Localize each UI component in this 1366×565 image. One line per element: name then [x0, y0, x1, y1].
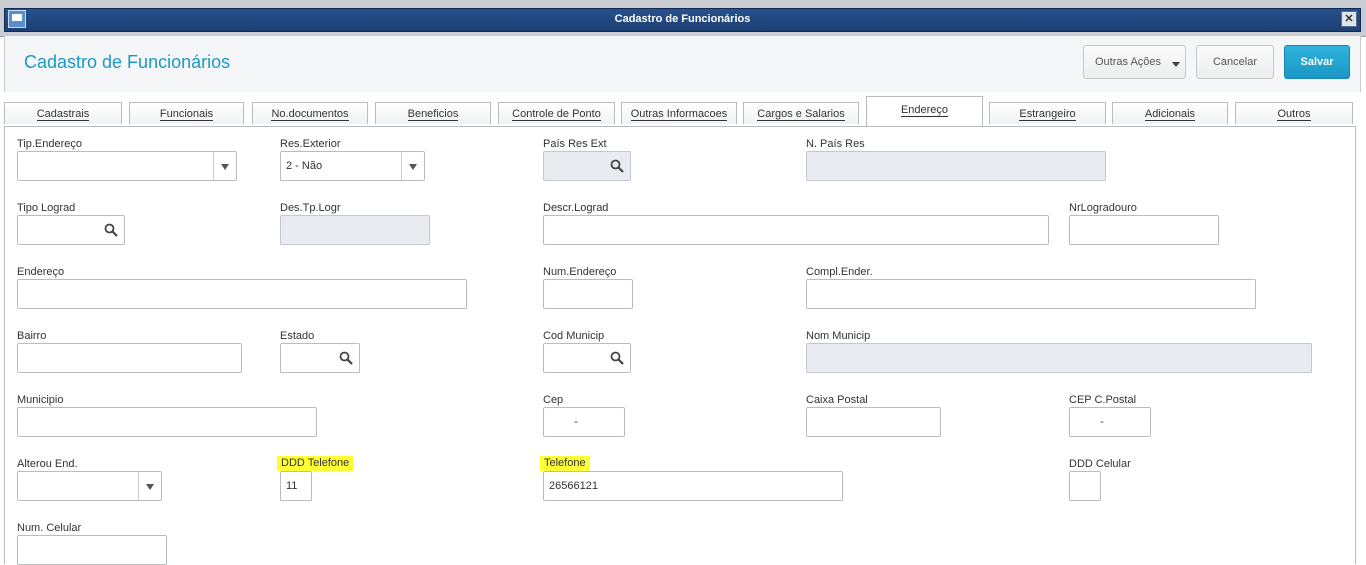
- res-exterior-select[interactable]: 2 - Não: [280, 151, 425, 181]
- des-tp-logr-field: [280, 215, 430, 245]
- res-exterior-label: Res.Exterior: [280, 138, 341, 150]
- caixa-postal-label: Caixa Postal: [806, 394, 868, 406]
- nr-logradouro-field[interactable]: [1069, 215, 1219, 245]
- search-icon[interactable]: [104, 223, 118, 237]
- tab-label: Outros: [1277, 108, 1311, 121]
- compl-ender-label: Compl.Ender.: [806, 266, 873, 278]
- tab-bar: Cadastrais Funcionais No.documentos Bene…: [4, 92, 1359, 126]
- tab-estrangeiro[interactable]: Estrangeiro: [989, 102, 1106, 124]
- telefone-field[interactable]: 26566121: [543, 471, 843, 501]
- tip-endereco-select[interactable]: [17, 151, 237, 181]
- endereco-field[interactable]: [17, 279, 467, 309]
- tab-endereco[interactable]: Endereço: [866, 96, 983, 126]
- descr-lograd-field[interactable]: [543, 215, 1049, 245]
- tipo-lograd-label: Tipo Lograd: [17, 202, 76, 214]
- num-endereco-label: Num.Endereço: [543, 266, 617, 278]
- tab-beneficios[interactable]: Beneficios: [375, 102, 491, 124]
- chevron-down-icon[interactable]: [138, 472, 161, 500]
- tab-outros[interactable]: Outros: [1235, 102, 1353, 124]
- nom-municip-field: [806, 343, 1312, 373]
- n-pais-res-field: [806, 151, 1106, 181]
- cep-c-postal-field[interactable]: -: [1069, 407, 1151, 437]
- search-icon[interactable]: [610, 351, 624, 365]
- ddd-celular-label: DDD Celular: [1069, 458, 1131, 470]
- telefone-label: Telefone: [540, 456, 590, 471]
- nr-logradouro-label: NrLogradouro: [1069, 202, 1137, 214]
- chevron-down-icon[interactable]: [401, 152, 424, 180]
- cep-c-postal-value: -: [1100, 416, 1104, 428]
- cep-field[interactable]: -: [543, 407, 625, 437]
- tab-label: Endereço: [900, 104, 949, 117]
- endereco-label: Endereço: [17, 266, 65, 278]
- save-button[interactable]: Salvar: [1284, 45, 1350, 79]
- pais-res-ext-field[interactable]: [543, 151, 631, 181]
- close-button[interactable]: ✕: [1341, 11, 1357, 27]
- num-celular-field[interactable]: [17, 535, 167, 565]
- search-icon[interactable]: [339, 351, 353, 365]
- pais-res-ext-label: País Res Ext: [543, 138, 607, 150]
- cod-municip-field[interactable]: [543, 343, 631, 373]
- window-titlebar-bar: Cadastro de Funcionários ✕: [4, 8, 1361, 32]
- tab-cargos-e-salarios[interactable]: Cargos e Salarios: [743, 102, 859, 124]
- num-celular-label: Num. Celular: [17, 522, 82, 534]
- cancel-button[interactable]: Cancelar: [1196, 45, 1274, 79]
- cep-c-postal-label: CEP C.Postal: [1069, 394, 1137, 406]
- ddd-telefone-field[interactable]: 11: [280, 471, 312, 501]
- tab-no-documentos[interactable]: No.documentos: [252, 102, 368, 124]
- tab-cadastrais[interactable]: Cadastrais: [4, 102, 122, 124]
- caixa-postal-field[interactable]: [806, 407, 941, 437]
- endereco-form: Tip.Endereço Res.Exterior 2 - Não País R…: [4, 126, 1356, 565]
- window-title: Cadastro de Funcionários: [614, 13, 751, 25]
- tab-funcionais[interactable]: Funcionais: [129, 102, 244, 124]
- outras-acoes-button[interactable]: Outras Ações: [1083, 45, 1186, 79]
- tab-label: Funcionais: [159, 108, 214, 121]
- estado-label: Estado: [280, 330, 315, 342]
- tab-label: No.documentos: [271, 108, 349, 121]
- tab-controle-de-ponto[interactable]: Controle de Ponto: [498, 102, 615, 124]
- tab-label: Adicionais: [1144, 108, 1196, 121]
- tip-endereco-label: Tip.Endereço: [17, 138, 83, 150]
- alterou-end-select[interactable]: [17, 471, 162, 501]
- tipo-lograd-field[interactable]: [17, 215, 125, 245]
- cep-label: Cep: [543, 394, 564, 406]
- tab-label: Outras Informacoes: [630, 108, 728, 121]
- outras-acoes-label: Outras Ações: [1095, 56, 1162, 68]
- tab-label: Controle de Ponto: [512, 108, 601, 121]
- page-header: Cadastro de Funcionários Outras Ações Ca…: [4, 36, 1361, 92]
- estado-field[interactable]: [280, 343, 360, 373]
- descr-lograd-label: Descr.Lograd: [543, 202, 609, 214]
- cep-value: -: [574, 416, 578, 428]
- municipio-field[interactable]: [17, 407, 317, 437]
- chevron-down-icon: [1172, 62, 1180, 67]
- nom-municip-label: Nom Municip: [806, 330, 871, 342]
- bairro-field[interactable]: [17, 343, 242, 373]
- cod-municip-label: Cod Municip: [543, 330, 605, 342]
- tab-adicionais[interactable]: Adicionais: [1112, 102, 1228, 124]
- municipio-label: Municipio: [17, 394, 64, 406]
- compl-ender-field[interactable]: [806, 279, 1256, 309]
- bairro-label: Bairro: [17, 330, 47, 342]
- close-icon: ✕: [1344, 13, 1354, 25]
- n-pais-res-label: N. País Res: [806, 138, 865, 150]
- ddd-telefone-label: DDD Telefone: [277, 456, 354, 471]
- chevron-down-icon[interactable]: [213, 152, 236, 180]
- window-titlebar: Cadastro de Funcionários ✕: [0, 0, 1366, 37]
- tab-label: Estrangeiro: [1019, 108, 1076, 121]
- tab-label: Cadastrais: [36, 108, 90, 121]
- des-tp-logr-label: Des.Tp.Logr: [280, 202, 341, 214]
- alterou-end-label: Alterou End.: [17, 458, 78, 470]
- tab-outras-informacoes[interactable]: Outras Informacoes: [621, 102, 737, 124]
- search-icon[interactable]: [610, 159, 624, 173]
- res-exterior-value: 2 - Não: [286, 160, 323, 172]
- num-endereco-field[interactable]: [543, 279, 633, 309]
- telefone-value: 26566121: [549, 480, 598, 492]
- page-title: Cadastro de Funcionários: [24, 52, 231, 72]
- ddd-telefone-value: 11: [286, 480, 298, 492]
- ddd-celular-field[interactable]: [1069, 471, 1101, 501]
- tab-label: Beneficios: [407, 108, 459, 121]
- tab-label: Cargos e Salarios: [757, 108, 845, 121]
